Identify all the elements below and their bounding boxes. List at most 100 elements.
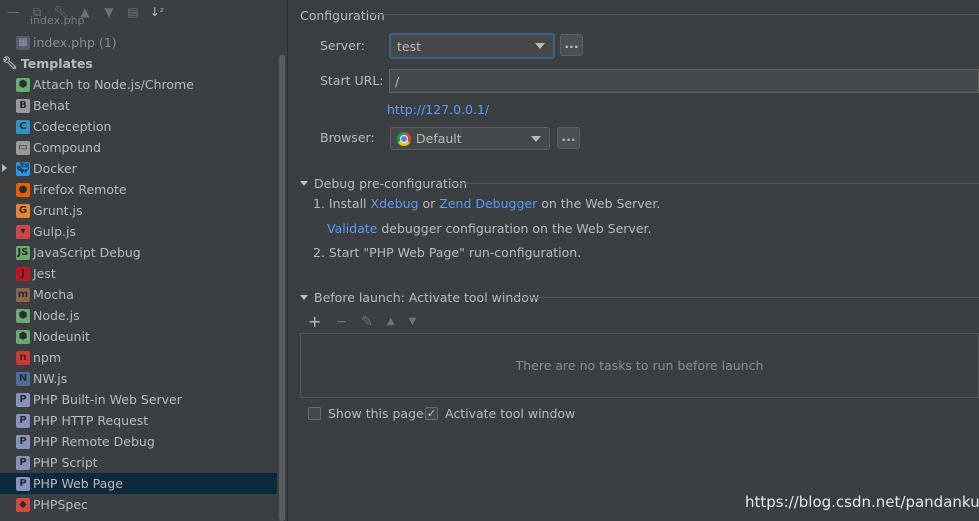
scrollbar-thumb[interactable] bbox=[279, 55, 285, 521]
tree-item-label: Nodeunit bbox=[33, 329, 90, 344]
tree-item-npm[interactable]: n npm bbox=[0, 347, 277, 368]
tree-item-grunt-js[interactable]: G Grunt.js bbox=[0, 200, 277, 221]
before-launch-title: Before launch: Activate tool window bbox=[314, 290, 540, 305]
php-web-page-icon: P bbox=[16, 476, 30, 491]
folder-icon[interactable]: ▤ bbox=[126, 5, 140, 19]
tree-item-php-built-in-web-server[interactable]: P PHP Built-in Web Server bbox=[0, 389, 277, 410]
divider bbox=[450, 183, 979, 184]
tree-item-jest[interactable]: J Jest bbox=[0, 263, 277, 284]
nodejs-icon: ⬢ bbox=[16, 308, 30, 323]
tree-item-phpspec[interactable]: ◆ PHPSpec bbox=[0, 494, 277, 515]
checkmark-icon: ✓ bbox=[425, 407, 438, 420]
tree-item-codeception[interactable]: C Codeception bbox=[0, 116, 277, 137]
resolved-url-link[interactable]: http://127.0.0.1/ bbox=[387, 102, 489, 117]
tree-item-label: Node.js bbox=[33, 308, 80, 323]
debug-preconfig-header[interactable]: Debug pre-configuration bbox=[300, 176, 467, 191]
tree-item-label: Behat bbox=[33, 98, 70, 113]
tree-item-label: Gulp.js bbox=[33, 224, 76, 239]
start-url-input[interactable]: / bbox=[389, 69, 979, 93]
sort-az-icon[interactable]: ↓ᶻ bbox=[150, 5, 164, 19]
ghost-item-text: index.php bbox=[30, 14, 85, 27]
attach-node-icon: ⬢ bbox=[16, 77, 30, 92]
php-remote-debug-icon: P bbox=[16, 434, 30, 449]
nwjs-icon: N bbox=[16, 371, 30, 386]
edit-pencil-icon[interactable]: ✎ bbox=[361, 314, 373, 330]
zend-debugger-link[interactable]: Zend Debugger bbox=[439, 196, 537, 211]
tree-item-php-http-request[interactable]: P PHP HTTP Request bbox=[0, 410, 277, 431]
debug-step-1: 1. Install Xdebug or Zend Debugger on th… bbox=[313, 196, 660, 211]
behat-icon: B bbox=[16, 98, 30, 113]
phpspec-icon: ◆ bbox=[16, 497, 30, 512]
php-file-icon: ▦ bbox=[16, 35, 30, 50]
tree-item-attach-to-node-js-chrome[interactable]: ⬢ Attach to Node.js/Chrome bbox=[0, 74, 277, 95]
tree-item-compound[interactable]: ▭ Compound bbox=[0, 137, 277, 158]
tree-item-php-web-page[interactable]: P PHP Web Page bbox=[0, 473, 277, 494]
tree-item-label: PHP Remote Debug bbox=[33, 434, 155, 449]
server-combobox[interactable]: test bbox=[389, 33, 555, 59]
activate-tool-window-checkbox[interactable]: ✓ Activate tool window bbox=[425, 406, 575, 421]
tree-item-label: PHP HTTP Request bbox=[33, 413, 149, 428]
step1-prefix: 1. Install bbox=[313, 196, 367, 211]
templates-label: Templates bbox=[20, 55, 93, 71]
xdebug-link[interactable]: Xdebug bbox=[371, 196, 419, 211]
tree-item-label: JavaScript Debug bbox=[33, 245, 141, 260]
tree-item-label: PHP Built-in Web Server bbox=[33, 392, 182, 407]
or-text: or bbox=[422, 196, 436, 211]
templates-node[interactable]: 🔧︎ Templates bbox=[0, 53, 93, 73]
browser-label: Browser: bbox=[320, 130, 375, 145]
nodeunit-icon: ⬢ bbox=[16, 329, 30, 344]
chevron-down-icon bbox=[531, 135, 541, 142]
configuration-panel: Configuration Server: test ... Start URL… bbox=[288, 0, 979, 521]
run-configurations-tree-panel: — ⧉ 🔧︎ ▲ ▼ ▤ ↓ᶻ index.php ▦ index.php (1… bbox=[0, 0, 288, 521]
activate-label: Activate tool window bbox=[445, 406, 576, 421]
jest-icon: J bbox=[16, 266, 30, 281]
before-launch-tasks-list[interactable]: There are no tasks to run before launch bbox=[300, 333, 979, 398]
server-label: Server: bbox=[320, 38, 365, 53]
before-launch-toolbar: + − ✎ ▲ ▼ bbox=[308, 312, 416, 331]
tree-item-label: Docker bbox=[33, 161, 77, 176]
tree-item-php-remote-debug[interactable]: P PHP Remote Debug bbox=[0, 431, 277, 452]
browser-combobox[interactable]: Default bbox=[390, 127, 550, 150]
docker-expand-arrow[interactable] bbox=[2, 164, 7, 172]
divider bbox=[510, 297, 979, 298]
tree-item-javascript-debug[interactable]: JS JavaScript Debug bbox=[0, 242, 277, 263]
tree-item-behat[interactable]: B Behat bbox=[0, 95, 277, 116]
show-page-checkbox[interactable]: Show this page bbox=[308, 406, 424, 421]
move-down-icon[interactable]: ▼ bbox=[102, 5, 116, 19]
tree-item-recent[interactable]: ▦ index.php (1) bbox=[0, 32, 277, 53]
gulp-icon: ▾ bbox=[16, 224, 30, 239]
chevron-down-icon bbox=[535, 43, 545, 49]
server-value: test bbox=[397, 38, 422, 54]
tree-item-nw-js[interactable]: N NW.js bbox=[0, 368, 277, 389]
browser-browse-button[interactable]: ... bbox=[557, 127, 580, 149]
tree-item-nodeunit[interactable]: ⬢ Nodeunit bbox=[0, 326, 277, 347]
php-http-icon: P bbox=[16, 413, 30, 428]
divider bbox=[368, 14, 979, 15]
move-down-icon[interactable]: ▼ bbox=[409, 316, 417, 327]
tree-item-gulp-js[interactable]: ▾ Gulp.js bbox=[0, 221, 277, 242]
tree-scrollbar[interactable] bbox=[278, 55, 286, 521]
remove-icon[interactable]: − bbox=[335, 314, 347, 330]
tree-item-label: NW.js bbox=[33, 371, 68, 386]
tree-item-label: Firefox Remote bbox=[33, 182, 127, 197]
add-icon[interactable]: + bbox=[308, 312, 321, 331]
move-up-icon[interactable]: ▲ bbox=[387, 316, 395, 327]
mocha-icon: m bbox=[16, 287, 30, 302]
server-browse-button[interactable]: ... bbox=[560, 34, 583, 56]
step1-suffix: on the Web Server. bbox=[541, 196, 661, 211]
npm-icon: n bbox=[16, 350, 30, 365]
validate-link[interactable]: Validate bbox=[327, 221, 377, 236]
before-launch-header[interactable]: Before launch: Activate tool window bbox=[300, 290, 539, 305]
remove-icon[interactable]: — bbox=[6, 5, 20, 19]
tree-item-label: PHPSpec bbox=[33, 497, 88, 512]
tree-item-docker[interactable]: 🐳︎ Docker bbox=[0, 158, 277, 179]
tree-item-firefox-remote[interactable]: ● Firefox Remote bbox=[0, 179, 277, 200]
browser-value: Default bbox=[416, 131, 462, 146]
tree-item-label: Codeception bbox=[33, 119, 112, 134]
validate-suffix: debugger configuration on the Web Server… bbox=[381, 221, 652, 236]
codeception-icon: C bbox=[16, 119, 30, 134]
tree-item-node-js[interactable]: ⬢ Node.js bbox=[0, 305, 277, 326]
tree-item-php-script[interactable]: P PHP Script bbox=[0, 452, 277, 473]
javascript-debug-icon: JS bbox=[16, 245, 30, 260]
tree-item-mocha[interactable]: m Mocha bbox=[0, 284, 277, 305]
